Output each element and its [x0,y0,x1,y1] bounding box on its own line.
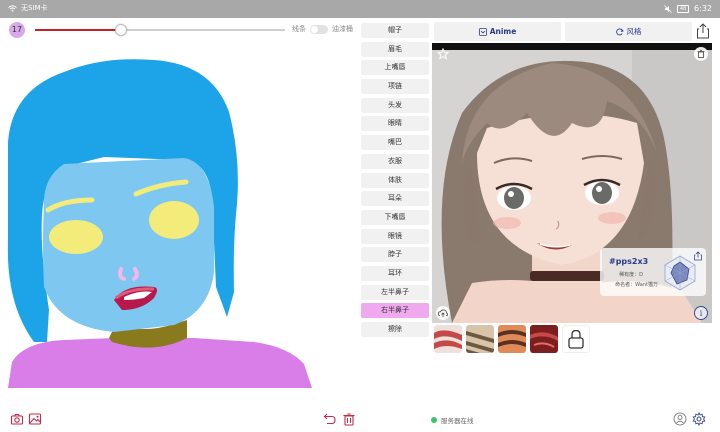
part-button[interactable]: 项链 [361,79,429,95]
brush-size-badge[interactable]: 17 [9,22,25,38]
part-button[interactable]: 下嘴唇 [361,209,429,225]
left-eye [49,220,103,254]
anime-tab-button[interactable]: Anime [434,22,561,41]
gear-icon[interactable] [692,412,706,426]
style-tab-label: 风格 [626,27,642,36]
part-list: 帽子眉毛上嘴唇项链头发眼睛嘴巴衣服体肤耳朵下嘴唇眼镜脖子耳环左半鼻子右半鼻子擦除 [361,23,429,341]
slider-fill [35,29,120,31]
part-button[interactable]: 头发 [361,97,429,113]
part-button[interactable]: 眼睛 [361,116,429,132]
result-tag: #pps2x3 [609,257,649,266]
anime-icon [478,27,487,36]
mute-icon [664,4,672,13]
draw-mode-switch: 线条 油漆桶 [292,24,353,34]
anime-tab-label: Anime [489,27,517,36]
wifi-icon [8,4,17,12]
server-status-label: 服务器在线 [441,417,474,425]
part-button[interactable]: 体肤 [361,172,429,188]
delete-result-icon[interactable] [694,47,708,61]
style-thumb-1[interactable] [434,325,462,353]
undo-icon[interactable] [322,412,336,426]
part-button[interactable]: 衣服 [361,153,429,169]
cloud-upload-icon[interactable] [436,306,450,320]
right-eye [149,201,199,239]
trash-icon[interactable] [342,412,356,426]
part-button[interactable]: 擦除 [361,322,429,337]
slider-thumb[interactable] [115,24,127,36]
clock: 6:32 [694,4,712,13]
battery-icon: 48 [677,4,690,13]
online-indicator [431,417,437,423]
style-thumb-4[interactable] [530,325,558,353]
favorite-star-icon[interactable] [437,48,449,60]
part-button[interactable]: 帽子 [361,23,429,38]
result-info-card: #pps2x3 稀有度：D 命名者：Want猫万 [600,248,706,296]
mode-toggle[interactable] [310,24,328,34]
style-thumb-2[interactable] [466,325,494,353]
result-top-bar [432,43,712,50]
part-button[interactable]: 脖子 [361,247,429,263]
part-button[interactable]: 嘴巴 [361,135,429,151]
style-thumb-3[interactable] [498,325,526,353]
system-status-bar: 无SIM卡 48 6:32 [0,0,720,18]
part-button[interactable]: 耳环 [361,265,429,281]
locked-style-slot[interactable] [562,325,590,353]
line-mode-label: 线条 [292,25,306,33]
share-icon[interactable] [696,23,710,39]
part-button[interactable]: 右半鼻子 [361,303,429,319]
fill-mode-label: 油漆桶 [332,25,353,33]
namer-text: 命名者：Want猫万 [615,282,658,288]
lock-icon [568,329,584,349]
server-status: 服务器在线 [431,415,474,425]
part-button[interactable]: 耳朵 [361,191,429,207]
style-thumbnails [434,325,590,353]
camera-icon[interactable] [10,412,24,426]
rarity-text: 稀有度：D [619,272,643,278]
part-button[interactable]: 左半鼻子 [361,284,429,300]
style-tab-button[interactable]: 风格 [565,22,692,41]
brush-size-slider[interactable] [35,24,285,36]
image-icon[interactable] [28,412,42,426]
part-button[interactable]: 眼镜 [361,228,429,244]
carrier-label: 无SIM卡 [21,4,48,12]
part-button[interactable]: 上嘴唇 [361,60,429,76]
card-share-icon[interactable] [693,251,703,261]
refresh-icon [615,27,624,35]
info-icon[interactable]: i [694,306,708,320]
user-icon[interactable] [673,412,687,426]
part-button[interactable]: 眉毛 [361,41,429,57]
drawing-canvas[interactable] [4,42,354,392]
